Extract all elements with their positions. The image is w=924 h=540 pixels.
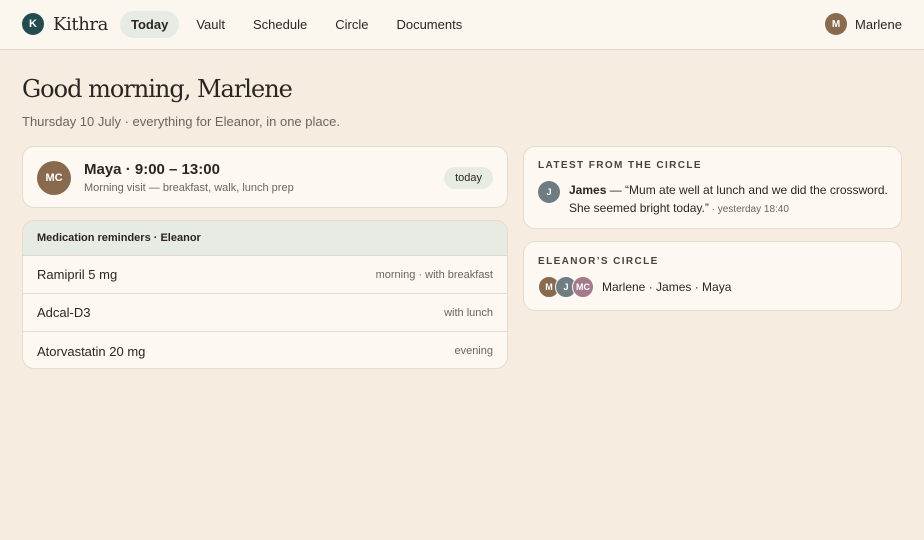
medication-time: evening: [454, 345, 493, 357]
tab-vault[interactable]: Vault: [185, 11, 236, 38]
main-nav: Today Vault Schedule Circle Documents: [120, 11, 479, 38]
avatar: MC: [572, 276, 594, 298]
medication-row[interactable]: Adcal-D3 with lunch: [23, 294, 507, 332]
medication-time: with lunch: [444, 306, 493, 319]
carer-avatar: MC: [37, 161, 71, 195]
medication-name: Ramipril 5 mg: [37, 267, 118, 282]
today-badge: today: [444, 167, 493, 189]
circle-avatars: M J MC: [538, 276, 594, 298]
tab-documents[interactable]: Documents: [385, 11, 473, 38]
brand-logo: K: [22, 13, 44, 35]
tab-circle[interactable]: Circle: [324, 11, 379, 38]
tab-schedule[interactable]: Schedule: [242, 11, 318, 38]
author-avatar: J: [538, 181, 560, 203]
visit-card[interactable]: MC Maya · 9:00 – 13:00 Morning visit — b…: [22, 146, 508, 208]
medication-row[interactable]: Atorvastatin 20 mg evening: [23, 332, 507, 368]
user-menu[interactable]: M Marlene: [825, 13, 902, 35]
page-subtitle: Thursday 10 July · everything for Eleano…: [22, 114, 340, 129]
user-name: Marlene: [855, 16, 902, 32]
latest-update-card[interactable]: LATEST FROM THE CIRCLE J James — “Mum at…: [523, 146, 902, 229]
brand[interactable]: K Kithra: [22, 13, 108, 35]
latest-heading: LATEST FROM THE CIRCLE: [538, 160, 702, 171]
medication-name: Adcal-D3: [37, 305, 91, 320]
circle-members: Marlene · James · Maya: [602, 280, 732, 294]
medication-name: Atorvastatin 20 mg: [37, 343, 146, 359]
tab-today[interactable]: Today: [120, 11, 180, 38]
message-timestamp: · yesterday 18:40: [708, 204, 789, 215]
medication-row[interactable]: Ramipril 5 mg morning · with breakfast: [23, 256, 507, 294]
circle-card[interactable]: ELEANOR’S CIRCLE M J MC Marlene · James …: [523, 241, 902, 311]
medication-time: morning · with breakfast: [375, 268, 493, 281]
top-navigation-bar: K Kithra Today Vault Schedule Circle Doc…: [0, 0, 924, 50]
medication-header: Medication reminders · Eleanor: [23, 221, 507, 256]
circle-heading: ELEANOR’S CIRCLE: [538, 256, 659, 267]
brand-name: Kithra: [53, 13, 108, 35]
message-author: James: [569, 183, 607, 197]
user-avatar: M: [825, 13, 848, 35]
latest-message: James — “Mum ate well at lunch and we di…: [569, 181, 889, 219]
visit-description: Morning visit — breakfast, walk, lunch p…: [84, 182, 294, 194]
medication-reminders-card: Medication reminders · Eleanor Ramipril …: [22, 220, 508, 369]
page-title: Good morning, Marlene: [22, 75, 293, 103]
visit-title: Maya · 9:00 – 13:00: [84, 161, 220, 178]
